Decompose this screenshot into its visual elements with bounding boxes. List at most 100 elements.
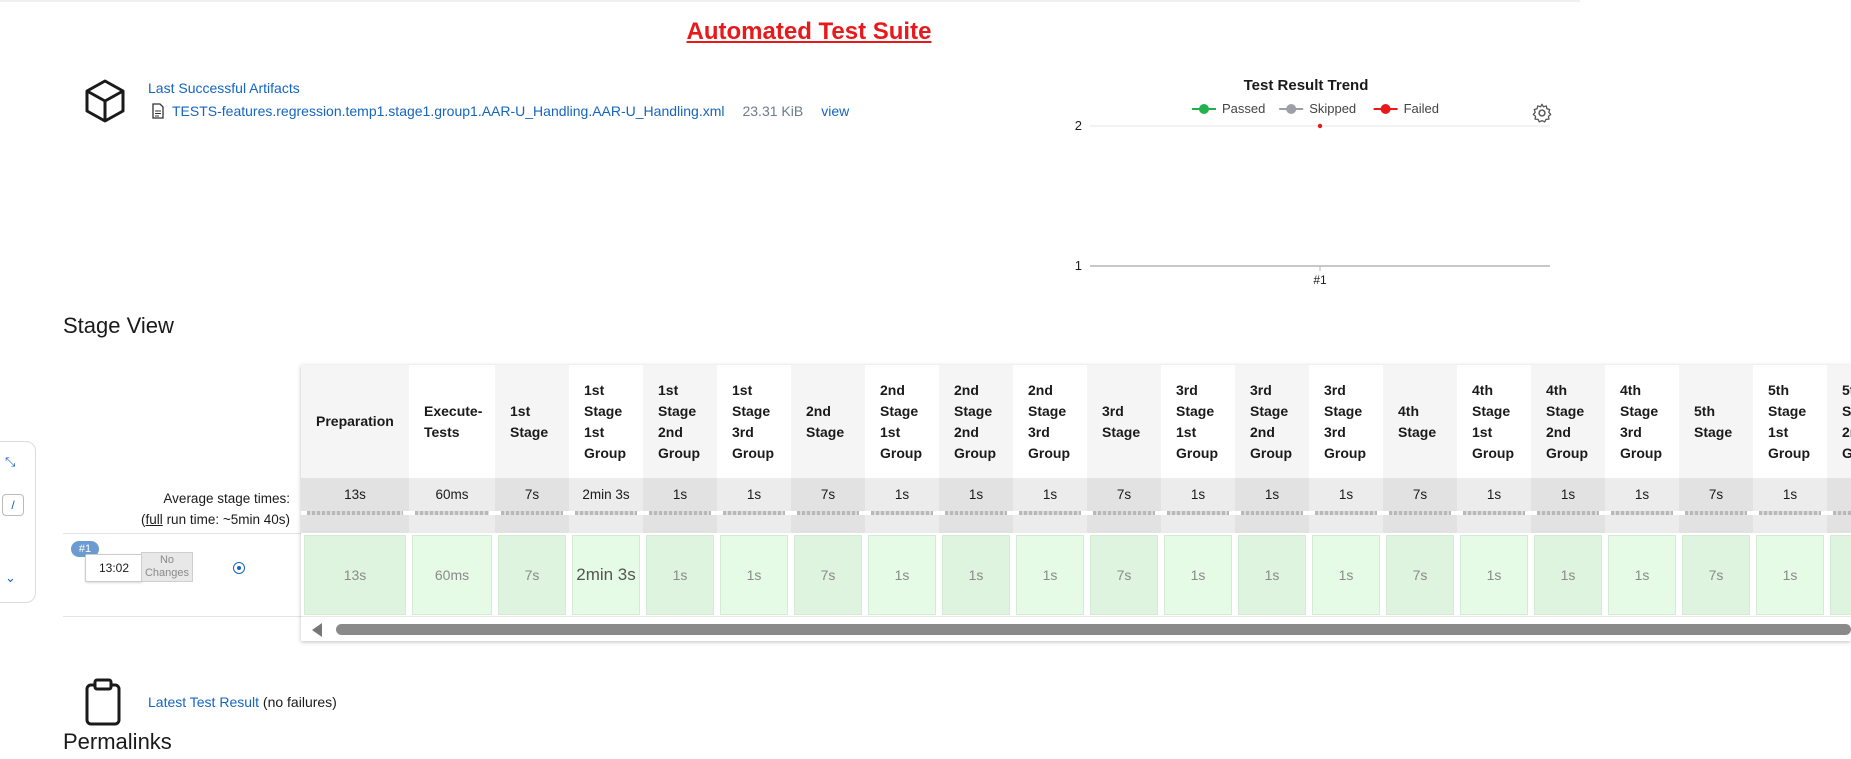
- stage-name: Preparation: [316, 413, 394, 429]
- stage-average-time: 1s: [717, 478, 791, 511]
- package-box-icon: [85, 79, 125, 123]
- stage-cell[interactable]: 1s: [1312, 535, 1380, 615]
- stage-cell[interactable]: 2min 3s: [572, 535, 640, 615]
- stage-gap: [1087, 515, 1161, 533]
- stage-gap: [409, 515, 495, 533]
- stage-average-time: 7s: [791, 478, 865, 511]
- full-run-time: (full run time: ~5min 40s): [141, 509, 290, 530]
- stage-header: Preparation: [301, 365, 409, 478]
- stage-header: 2nd Stage 1st Group: [865, 365, 939, 478]
- latest-test-result-link[interactable]: Latest Test Result: [148, 694, 259, 710]
- chevron-down-icon[interactable]: ⌄: [5, 570, 16, 586]
- stage-cell[interactable]: 1s: [1608, 535, 1676, 615]
- legend-label-1: Skipped: [1309, 101, 1356, 116]
- stage-header: 3rd Stage 3rd Group: [1309, 365, 1383, 478]
- stage-cell[interactable]: 1s: [868, 535, 936, 615]
- stage-name: 3rd Stage 2nd Group: [1250, 381, 1292, 461]
- stage-gap: [495, 515, 569, 533]
- stage-cell[interactable]: 13s: [304, 535, 406, 615]
- horizontal-scrollbar[interactable]: [301, 616, 1851, 641]
- chart-title: Test Result Trend: [1244, 77, 1369, 94]
- no-changes-label: No Changes: [141, 552, 193, 582]
- stage-cell[interactable]: 1s: [1534, 535, 1602, 615]
- latest-test-result: Latest Test Result (no failures): [148, 694, 337, 710]
- test-result-trend-chart: Test Result Trend Passed Skipped Failed 1 2 #1: [1075, 77, 1550, 287]
- stage-cell[interactable]: 7s: [1682, 535, 1750, 615]
- stage-gap: [939, 515, 1013, 533]
- stage-gap: [865, 515, 939, 533]
- stage-cell[interactable]: 7s: [1386, 535, 1454, 615]
- legend-marker-1: [1286, 104, 1297, 114]
- clipboard-icon: [85, 678, 121, 726]
- stage-name: 2nd Stage 3rd Group: [1028, 381, 1070, 461]
- latest-test-result-suffix: (no failures): [259, 694, 337, 710]
- stage-header: 4th Stage 3rd Group: [1605, 365, 1679, 478]
- build-status-icon[interactable]: [233, 562, 245, 574]
- stage-average-time: 7s: [1679, 478, 1753, 511]
- stage-header: 1st Stage 3rd Group: [717, 365, 791, 478]
- stage-cell[interactable]: 7s: [794, 535, 862, 615]
- stage-cell[interactable]: 7s: [498, 535, 566, 615]
- stage-column: 3rd Stage 1st Group 1s 1s: [1161, 365, 1235, 615]
- stage-average-time: 1s: [1013, 478, 1087, 511]
- stage-average-time: 1s: [1309, 478, 1383, 511]
- stage-average-time: 1s: [1235, 478, 1309, 511]
- stage-gap: [1161, 515, 1235, 533]
- stage-average-time: 1s: [1753, 478, 1827, 511]
- legend-label-0: Passed: [1222, 101, 1265, 116]
- stage-average-time: 1s: [643, 478, 717, 511]
- stage-column: 2nd Stage 1st Group 1s 1s: [865, 365, 939, 615]
- stage-column: 2nd Stage 3rd Group 1s 1s: [1013, 365, 1087, 615]
- artifact-file-link[interactable]: TESTS-features.regression.temp1.stage1.g…: [172, 103, 724, 119]
- stage-gap: [1531, 515, 1605, 533]
- expand-icon[interactable]: ⤡: [5, 454, 15, 470]
- stage-column: 4th Stage 2nd Group 1s 1s: [1531, 365, 1605, 615]
- stage-average-time: 1s: [1605, 478, 1679, 511]
- stage-header: 2nd Stage: [791, 365, 865, 478]
- stage-cell[interactable]: 1s: [1238, 535, 1306, 615]
- build-row: #1 13:02 No Changes: [63, 533, 301, 617]
- scroll-left-arrow-icon[interactable]: [312, 623, 322, 637]
- stage-cell[interactable]: [1830, 535, 1851, 615]
- last-successful-artifacts-link[interactable]: Last Successful Artifacts: [148, 80, 300, 96]
- stage-cell[interactable]: 7s: [1090, 535, 1158, 615]
- gear-icon[interactable]: [1531, 102, 1553, 124]
- permalinks-heading: Permalinks: [63, 729, 172, 754]
- stage-cell[interactable]: 1s: [1460, 535, 1528, 615]
- stage-header: 4th Stage 1st Group: [1457, 365, 1531, 478]
- stage-header: 3rd Stage 1st Group: [1161, 365, 1235, 478]
- stage-cell[interactable]: 1s: [1016, 535, 1084, 615]
- stage-gap: [1235, 515, 1309, 533]
- scrollbar-thumb[interactable]: [336, 624, 1851, 635]
- stage-gap: [1309, 515, 1383, 533]
- stage-cell[interactable]: 1s: [720, 535, 788, 615]
- stage-column: 1st Stage 2nd Group 1s 1s: [643, 365, 717, 615]
- stage-header: 2nd Stage 2nd Group: [939, 365, 1013, 478]
- stage-average-time: 60ms: [409, 478, 495, 511]
- document-icon: [152, 103, 164, 119]
- full-run-suffix: run time: ~5min 40s): [162, 512, 290, 527]
- stage-cell[interactable]: 1s: [942, 535, 1010, 615]
- artifact-view-link[interactable]: view: [821, 103, 849, 119]
- stage-header: 1st Stage: [495, 365, 569, 478]
- stage-cell[interactable]: 1s: [1756, 535, 1824, 615]
- stage-cell[interactable]: 1s: [646, 535, 714, 615]
- stage-cell[interactable]: 1s: [1164, 535, 1232, 615]
- full-run-link[interactable]: full: [146, 512, 163, 527]
- stage-gap: [1827, 515, 1851, 533]
- stage-header: 1st Stage 1st Group: [569, 365, 643, 478]
- stage-gap: [1679, 515, 1753, 533]
- stage-gap: [791, 515, 865, 533]
- stage-name: 3rd Stage: [1102, 402, 1141, 440]
- top-divider: [0, 0, 1580, 2]
- slash-shortcut-icon[interactable]: /: [2, 494, 24, 516]
- stage-header: 4th Stage 2nd Group: [1531, 365, 1605, 478]
- stage-header: 4th Stage: [1383, 365, 1457, 478]
- stage-header: 2nd Stage 3rd Group: [1013, 365, 1087, 478]
- stage-name: 2nd Stage: [806, 402, 845, 440]
- stage-cell[interactable]: 60ms: [412, 535, 492, 615]
- stage-column: 4th Stage 1st Group 1s 1s: [1457, 365, 1531, 615]
- stage-average-time: 1s: [1457, 478, 1531, 511]
- stage-header: Execute-Tests: [409, 365, 495, 478]
- y-tick-label-1: 2: [1075, 118, 1082, 133]
